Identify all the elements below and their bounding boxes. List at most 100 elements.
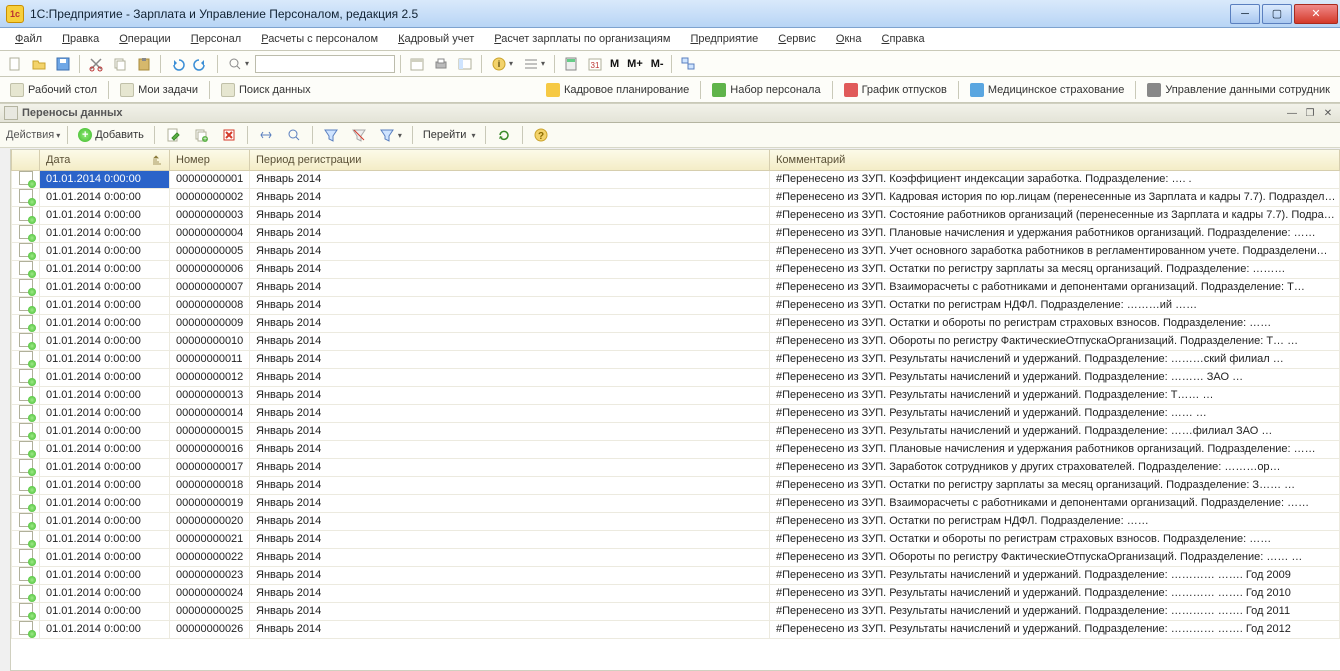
window-maximize-button[interactable]: ▢: [1262, 4, 1292, 24]
row-number: 00000000021: [170, 530, 250, 548]
copy-button[interactable]: [109, 54, 131, 74]
table-row[interactable]: 01.01.2014 0:00:0000000000012Январь 2014…: [12, 368, 1340, 386]
column-header-icon[interactable]: [12, 150, 40, 170]
menu-item[interactable]: Операции: [110, 30, 179, 48]
menu-item[interactable]: Расчеты с персоналом: [252, 30, 387, 48]
menu-item[interactable]: Расчет зарплаты по организациям: [485, 30, 679, 48]
menu-item[interactable]: Предприятие: [681, 30, 767, 48]
panel-link[interactable]: Мои задачи: [114, 80, 204, 100]
svg-text:+: +: [203, 136, 207, 143]
set-interval-button[interactable]: [253, 125, 279, 145]
table-row[interactable]: 01.01.2014 0:00:0000000000008Январь 2014…: [12, 296, 1340, 314]
edit-button[interactable]: [160, 125, 186, 145]
table-row[interactable]: 01.01.2014 0:00:0000000000011Январь 2014…: [12, 350, 1340, 368]
sort-asc-icon: [151, 154, 163, 166]
table-row[interactable]: 01.01.2014 0:00:0000000000006Январь 2014…: [12, 260, 1340, 278]
redo-button[interactable]: [190, 54, 212, 74]
window-minimize-button[interactable]: ─: [1230, 4, 1260, 24]
calendar-button[interactable]: [406, 54, 428, 74]
new-doc-button[interactable]: [4, 54, 26, 74]
print-button[interactable]: [430, 54, 452, 74]
table-row[interactable]: 01.01.2014 0:00:0000000000026Январь 2014…: [12, 620, 1340, 638]
row-reg: Январь 2014: [250, 404, 770, 422]
table-row[interactable]: 01.01.2014 0:00:0000000000016Январь 2014…: [12, 440, 1340, 458]
menu-item[interactable]: Файл: [6, 30, 51, 48]
navigator-button[interactable]: [519, 54, 549, 74]
help-button[interactable]: ?: [528, 125, 554, 145]
calc-button[interactable]: [560, 54, 582, 74]
menu-item[interactable]: Кадровый учет: [389, 30, 483, 48]
document-icon: [19, 171, 33, 185]
table-row[interactable]: 01.01.2014 0:00:0000000000024Январь 2014…: [12, 584, 1340, 602]
table-row[interactable]: 01.01.2014 0:00:0000000000015Январь 2014…: [12, 422, 1340, 440]
actions-menu[interactable]: Действия: [4, 129, 62, 141]
undo-button[interactable]: [166, 54, 188, 74]
subwindow-minimize-button[interactable]: —: [1284, 106, 1300, 120]
table-row[interactable]: 01.01.2014 0:00:0000000000003Январь 2014…: [12, 206, 1340, 224]
data-grid[interactable]: Дата Номер Период регистрации Комментари…: [10, 149, 1340, 671]
menu-item[interactable]: Справка: [873, 30, 934, 48]
table-row[interactable]: 01.01.2014 0:00:0000000000002Январь 2014…: [12, 188, 1340, 206]
section-link[interactable]: Медицинское страхование: [964, 80, 1130, 100]
table-row[interactable]: 01.01.2014 0:00:0000000000017Январь 2014…: [12, 458, 1340, 476]
section-link[interactable]: Кадровое планирование: [540, 80, 695, 100]
column-header-reg[interactable]: Период регистрации: [250, 150, 770, 170]
paste-button[interactable]: [133, 54, 155, 74]
row-number: 00000000007: [170, 278, 250, 296]
delete-button[interactable]: [216, 125, 242, 145]
table-row[interactable]: 01.01.2014 0:00:0000000000021Январь 2014…: [12, 530, 1340, 548]
cut-button[interactable]: [85, 54, 107, 74]
menu-item[interactable]: Окна: [827, 30, 871, 48]
filter-button[interactable]: [318, 125, 344, 145]
toggle-pane-button[interactable]: [454, 54, 476, 74]
table-row[interactable]: 01.01.2014 0:00:0000000000007Январь 2014…: [12, 278, 1340, 296]
search-input[interactable]: [255, 55, 395, 73]
table-row[interactable]: 01.01.2014 0:00:0000000000022Январь 2014…: [12, 548, 1340, 566]
column-header-number[interactable]: Номер: [170, 150, 250, 170]
subwindow-restore-button[interactable]: ❐: [1302, 106, 1318, 120]
filter-history-button[interactable]: ▾: [374, 125, 407, 145]
table-row[interactable]: 01.01.2014 0:00:0000000000010Январь 2014…: [12, 332, 1340, 350]
m-plus-button[interactable]: M+: [625, 58, 645, 70]
date-button[interactable]: 31: [584, 54, 606, 74]
window-list-button[interactable]: [677, 54, 699, 74]
info-button[interactable]: i: [487, 54, 517, 74]
table-row[interactable]: 01.01.2014 0:00:0000000000018Январь 2014…: [12, 476, 1340, 494]
table-row[interactable]: 01.01.2014 0:00:0000000000023Январь 2014…: [12, 566, 1340, 584]
panel-link[interactable]: Рабочий стол: [4, 80, 103, 100]
subwindow-close-button[interactable]: ✕: [1320, 106, 1336, 120]
copy-row-button[interactable]: +: [188, 125, 214, 145]
find-in-list-button[interactable]: [281, 125, 307, 145]
table-row[interactable]: 01.01.2014 0:00:0000000000020Январь 2014…: [12, 512, 1340, 530]
section-link[interactable]: Набор персонала: [706, 80, 826, 100]
section-link[interactable]: График отпусков: [838, 80, 953, 100]
column-header-comment[interactable]: Комментарий: [770, 150, 1340, 170]
window-close-button[interactable]: ✕: [1294, 4, 1338, 24]
find-button[interactable]: [223, 54, 253, 74]
open-doc-button[interactable]: [28, 54, 50, 74]
menu-item[interactable]: Правка: [53, 30, 108, 48]
refresh-button[interactable]: [491, 125, 517, 145]
row-date: 01.01.2014 0:00:00: [40, 458, 170, 476]
filter-off-button[interactable]: [346, 125, 372, 145]
column-header-date[interactable]: Дата: [40, 150, 170, 170]
menu-item[interactable]: Персонал: [182, 30, 251, 48]
section-link[interactable]: Управление данными сотрудник: [1141, 80, 1336, 100]
table-row[interactable]: 01.01.2014 0:00:0000000000013Январь 2014…: [12, 386, 1340, 404]
table-row[interactable]: 01.01.2014 0:00:0000000000019Январь 2014…: [12, 494, 1340, 512]
document-icon: [19, 603, 33, 617]
m-minus-button[interactable]: M-: [649, 58, 666, 70]
goto-menu[interactable]: Перейти▾: [418, 125, 481, 145]
table-row[interactable]: 01.01.2014 0:00:0000000000025Январь 2014…: [12, 602, 1340, 620]
table-row[interactable]: 01.01.2014 0:00:0000000000004Январь 2014…: [12, 224, 1340, 242]
m-button[interactable]: M: [608, 58, 621, 70]
table-row[interactable]: 01.01.2014 0:00:0000000000014Январь 2014…: [12, 404, 1340, 422]
menu-item[interactable]: Сервис: [769, 30, 825, 48]
panel-link[interactable]: Поиск данных: [215, 80, 317, 100]
row-comment: #Перенесено из ЗУП. Остатки по регистру …: [770, 260, 1340, 278]
table-row[interactable]: 01.01.2014 0:00:0000000000001Январь 2014…: [12, 170, 1340, 188]
save-button[interactable]: [52, 54, 74, 74]
add-button[interactable]: + Добавить: [73, 125, 149, 145]
table-row[interactable]: 01.01.2014 0:00:0000000000009Январь 2014…: [12, 314, 1340, 332]
table-row[interactable]: 01.01.2014 0:00:0000000000005Январь 2014…: [12, 242, 1340, 260]
